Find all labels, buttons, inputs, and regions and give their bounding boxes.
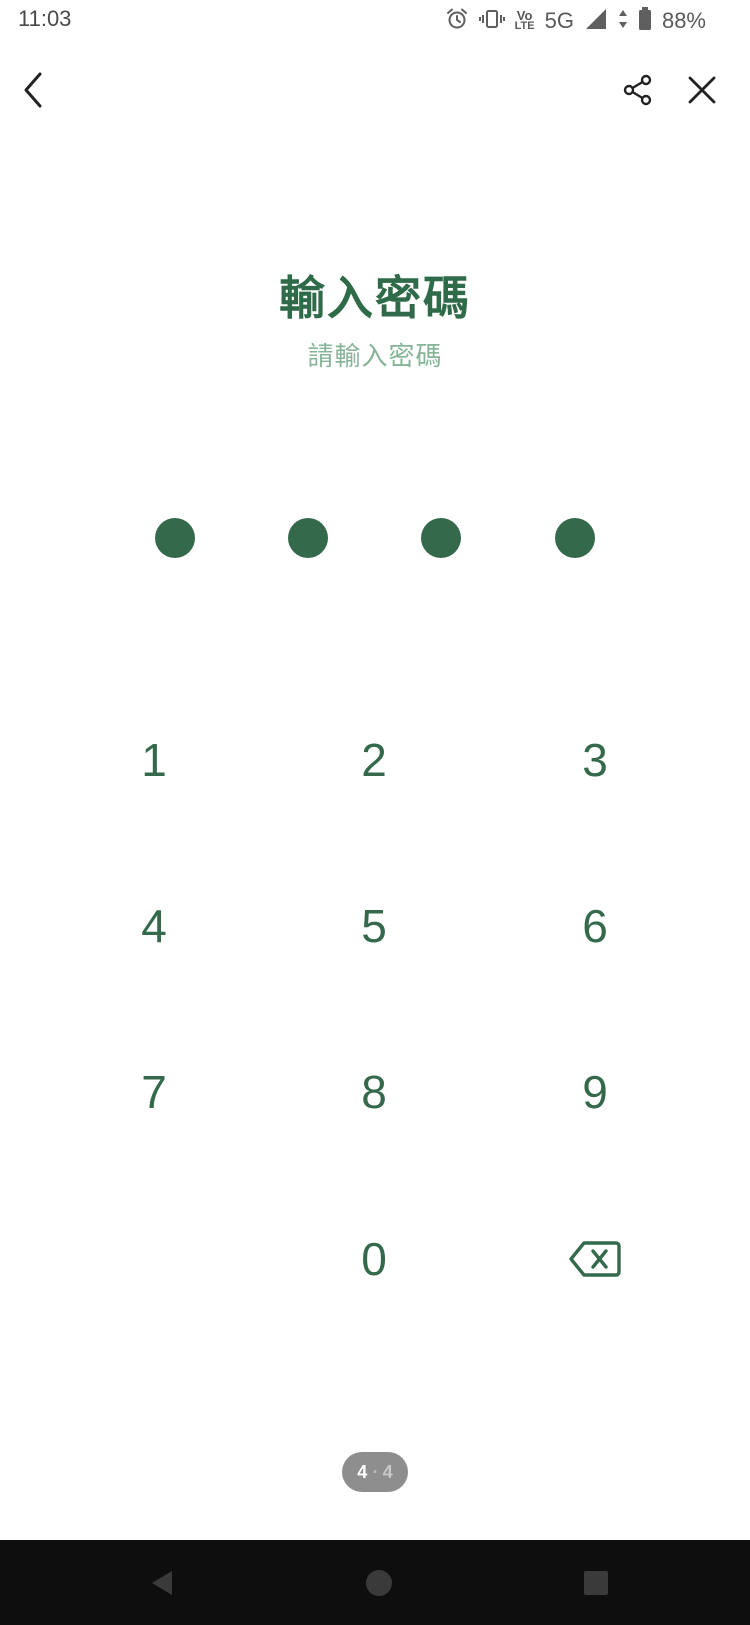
- volte-icon: Vo LTE: [514, 9, 535, 32]
- key-2[interactable]: 2: [284, 700, 464, 820]
- battery-percent: 88%: [661, 8, 706, 33]
- status-time: 11:03: [18, 6, 72, 31]
- page-total: 4: [382, 1461, 393, 1482]
- page-separator: •: [373, 1466, 377, 1478]
- status-bar: 11:03 Vo LTE 5G 88%: [0, 0, 750, 44]
- page-current: 4: [357, 1461, 368, 1482]
- pin-dot-4: [555, 518, 595, 558]
- nav-home-icon: [366, 1570, 392, 1596]
- key-5[interactable]: 5: [284, 866, 464, 986]
- volte-bottom-label: LTE: [514, 20, 535, 32]
- nav-recent-icon: [584, 1571, 608, 1595]
- pin-dot-3: [421, 518, 461, 558]
- share-icon: [623, 74, 652, 106]
- nav-home-button[interactable]: [354, 1558, 404, 1608]
- page-indicator: 4 • 4: [342, 1452, 408, 1492]
- key-8[interactable]: 8: [284, 1032, 464, 1152]
- key-0[interactable]: 0: [284, 1199, 464, 1319]
- vibrate-icon: [478, 7, 505, 36]
- key-empty: [64, 1199, 244, 1319]
- alarm-icon: [445, 7, 469, 36]
- key-7[interactable]: 7: [64, 1032, 244, 1152]
- close-button[interactable]: [678, 66, 726, 114]
- nav-recent-button[interactable]: [571, 1558, 621, 1608]
- page-title: 輸入密碼: [279, 272, 471, 324]
- key-1[interactable]: 1: [64, 700, 244, 820]
- nav-back-icon: [152, 1571, 172, 1595]
- key-9[interactable]: 9: [505, 1032, 685, 1152]
- back-button[interactable]: [10, 66, 58, 114]
- close-icon: [688, 76, 716, 104]
- backspace-icon: [569, 1241, 621, 1277]
- key-3[interactable]: 3: [505, 700, 685, 820]
- chevron-left-icon: [24, 72, 42, 108]
- page-subtitle: 請輸入密碼: [307, 341, 443, 371]
- status-icons: Vo LTE 5G 88%: [445, 6, 706, 36]
- backspace-button[interactable]: [505, 1199, 685, 1319]
- battery-icon: [638, 6, 652, 36]
- data-arrows-icon: [618, 8, 628, 35]
- signal-icon: [584, 8, 608, 35]
- screen: 11:03 Vo LTE 5G 88% 輸入密碼 請輸入密碼 1 2 3 4 5…: [0, 0, 750, 1625]
- key-4[interactable]: 4: [64, 866, 244, 986]
- nav-back-button[interactable]: [138, 1558, 188, 1608]
- pin-dot-2: [288, 518, 328, 558]
- navigation-bar: [0, 1540, 750, 1625]
- key-6[interactable]: 6: [505, 866, 685, 986]
- network-label: 5G: [544, 8, 574, 33]
- pin-dot-1: [155, 518, 195, 558]
- share-button[interactable]: [614, 66, 662, 114]
